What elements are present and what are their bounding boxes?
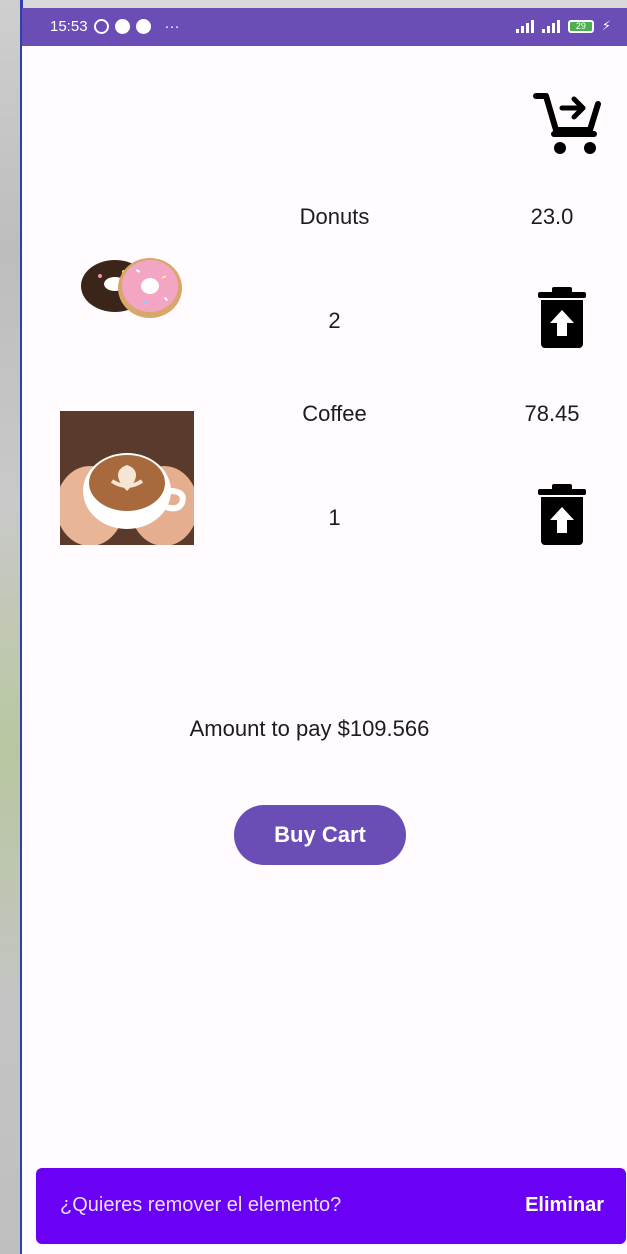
item-price: 78.45 [524, 401, 580, 426]
notification-icon [114, 19, 130, 34]
coffee-photo [56, 411, 198, 546]
item-quantity: 1 [328, 505, 341, 530]
delete-item-button[interactable] [534, 286, 590, 350]
snackbar-message: ¿Quieres remover el elemento? [60, 1194, 342, 1216]
status-left: 15:53 ··· [50, 18, 180, 35]
delete-restore-icon [538, 484, 586, 545]
signal-icon-2 [541, 19, 560, 33]
background-window-edge [0, 0, 23, 1254]
status-time: 15:53 [50, 18, 88, 35]
cart-item-coffee: Coffee 78.45 1 [22, 395, 627, 585]
item-name: Donuts [299, 204, 370, 229]
snackbar-delete-action[interactable]: Eliminar [525, 1194, 604, 1217]
item-price: 23.0 [530, 204, 574, 229]
status-bar: 15:53 ··· 29 ⚡ [22, 8, 627, 46]
item-name: Coffee [302, 401, 367, 426]
amount-to-pay: Amount to pay $109.566 [189, 716, 430, 741]
signal-icon [515, 19, 534, 33]
donuts-photo [60, 214, 194, 348]
app-screen: 15:53 ··· 29 ⚡ Donuts 23.0 2 Coffee 78.4… [22, 8, 627, 1254]
charging-icon: ⚡ [601, 18, 611, 33]
item-quantity: 2 [328, 308, 341, 333]
snackbar: ¿Quieres remover el elemento? Eliminar [36, 1168, 626, 1244]
battery-icon: 29 [567, 19, 594, 33]
checkout-cart-button[interactable] [532, 86, 604, 158]
facebook-icon [135, 19, 151, 34]
more-notifications-icon: ··· [164, 18, 180, 35]
delete-restore-icon [538, 287, 586, 348]
cart-arrow-right-icon [533, 93, 601, 154]
delete-item-button[interactable] [534, 483, 590, 547]
cart-item-donuts: Donuts 23.0 2 [22, 198, 627, 388]
status-right: 29 ⚡ [515, 18, 611, 34]
buy-cart-button[interactable]: Buy Cart [234, 805, 406, 865]
whatsapp-icon [93, 19, 109, 34]
